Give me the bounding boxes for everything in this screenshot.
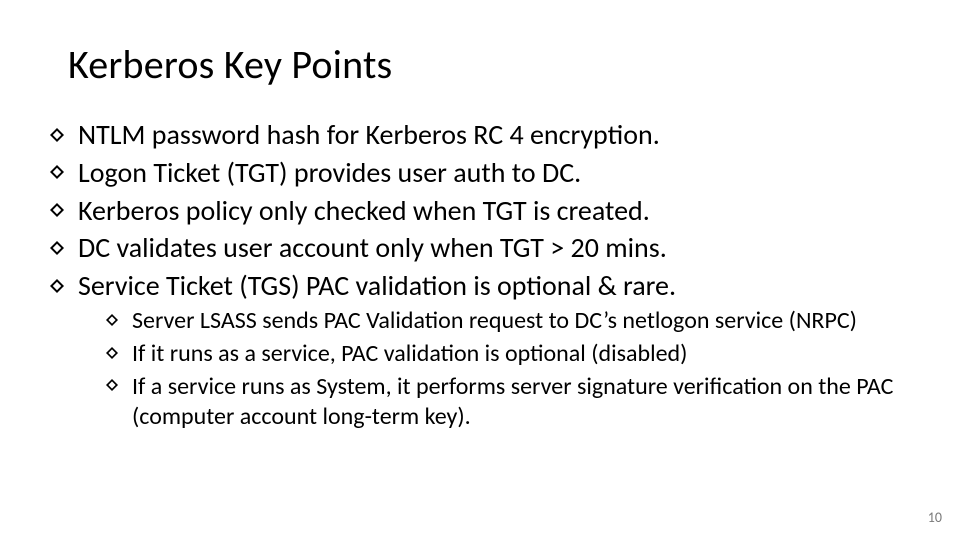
diamond-bullet-icon xyxy=(50,128,64,142)
slide-title: Kerberos Key Points xyxy=(68,40,910,89)
sub-bullet-text: Server LSASS sends PAC Validation reques… xyxy=(132,306,857,335)
bullet-item: NTLM password hash for Kerberos RC 4 enc… xyxy=(50,117,910,153)
sub-bullet-item: If it runs as a service, PAC validation … xyxy=(106,339,910,370)
bullet-text: NTLM password hash for Kerberos RC 4 enc… xyxy=(78,117,660,152)
diamond-bullet-icon xyxy=(50,279,64,293)
bullet-item: Service Ticket (TGS) PAC validation is o… xyxy=(50,268,910,433)
bullet-text: DC validates user account only when TGT … xyxy=(78,230,667,265)
diamond-bullet-icon xyxy=(50,165,64,179)
diamond-bullet-icon xyxy=(106,347,118,359)
bullet-list: NTLM password hash for Kerberos RC 4 enc… xyxy=(50,117,910,433)
sub-bullet-item: If a service runs as System, it performs… xyxy=(106,372,910,433)
diamond-bullet-icon xyxy=(106,379,118,391)
diamond-bullet-icon xyxy=(50,241,64,255)
bullet-item: Kerberos policy only checked when TGT is… xyxy=(50,193,910,229)
diamond-bullet-icon xyxy=(50,203,64,217)
bullet-text: Logon Ticket (TGT) provides user auth to… xyxy=(78,155,581,190)
diamond-bullet-icon xyxy=(106,314,118,326)
page-number: 10 xyxy=(928,509,942,526)
sub-bullet-text: If it runs as a service, PAC validation … xyxy=(132,339,687,368)
bullet-item: Logon Ticket (TGT) provides user auth to… xyxy=(50,155,910,191)
sub-bullet-list: Server LSASS sends PAC Validation reques… xyxy=(106,306,910,433)
bullet-text: Kerberos policy only checked when TGT is… xyxy=(78,193,650,228)
bullet-text: Service Ticket (TGS) PAC validation is o… xyxy=(78,268,676,303)
sub-bullet-item: Server LSASS sends PAC Validation reques… xyxy=(106,306,910,337)
slide: Kerberos Key Points NTLM password hash f… xyxy=(0,0,960,540)
sub-bullet-text: If a service runs as System, it performs… xyxy=(132,372,893,432)
bullet-item: DC validates user account only when TGT … xyxy=(50,230,910,266)
